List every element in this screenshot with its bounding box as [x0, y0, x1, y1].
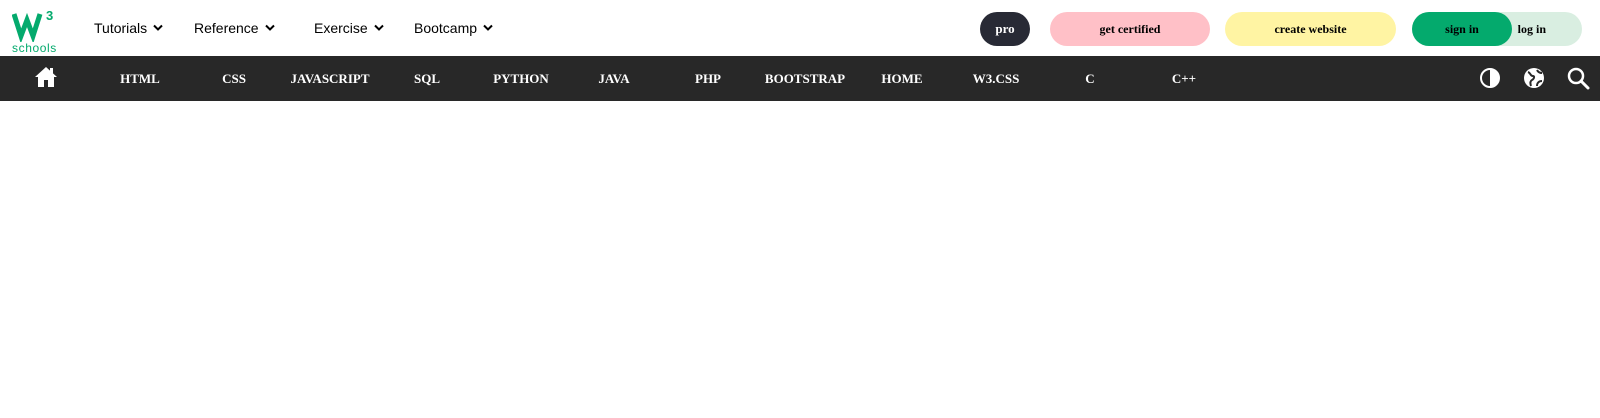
contrast-icon[interactable]: [1478, 66, 1502, 90]
w3schools-logo[interactable]: 3 schools: [12, 8, 58, 54]
topic-sql[interactable]: SQL: [414, 56, 440, 101]
search-icon[interactable]: [1566, 66, 1590, 90]
nav-reference-label: Reference: [194, 20, 259, 36]
nav-reference[interactable]: Reference: [194, 0, 275, 56]
topic-bootstrap[interactable]: BOOTSTRAP: [765, 56, 845, 101]
logo-mark-icon: 3: [12, 8, 53, 42]
top-bar: 3 schools Tutorials Reference Exercise B…: [0, 0, 1600, 56]
log-in-label: log in: [1517, 21, 1546, 36]
create-website-button[interactable]: create website: [1225, 12, 1396, 46]
topic-nav-bar: HTML CSS JAVASCRIPT SQL PYTHON JAVA PHP …: [0, 56, 1600, 101]
chevron-down-icon: [373, 24, 384, 32]
topic-home[interactable]: HOME: [881, 56, 922, 101]
nav-bootcamp[interactable]: Bootcamp: [414, 0, 493, 56]
topic-css[interactable]: CSS: [222, 56, 246, 101]
nav-bootcamp-label: Bootcamp: [414, 20, 478, 36]
nav-exercise-label: Exercise: [314, 20, 368, 36]
topic-python[interactable]: PYTHON: [493, 56, 549, 101]
logo-text: schools: [12, 41, 57, 55]
globe-icon[interactable]: [1522, 66, 1546, 90]
topic-php[interactable]: PHP: [695, 56, 721, 101]
get-certified-button[interactable]: get certified: [1050, 12, 1210, 46]
home-icon[interactable]: [34, 65, 58, 89]
logo-superscript: 3: [46, 8, 53, 23]
chevron-down-icon: [153, 24, 163, 32]
topic-javascript[interactable]: JAVASCRIPT: [291, 56, 370, 101]
topic-html[interactable]: HTML: [120, 56, 160, 101]
sign-in-button[interactable]: sign in: [1412, 12, 1512, 46]
nav-exercise[interactable]: Exercise: [314, 0, 384, 56]
chevron-down-icon: [264, 24, 275, 32]
chevron-down-icon: [483, 24, 493, 32]
nav-tutorials[interactable]: Tutorials: [94, 0, 163, 56]
topic-w3css[interactable]: W3.CSS: [973, 56, 1020, 101]
pro-button[interactable]: pro: [980, 12, 1030, 46]
nav-tutorials-label: Tutorials: [94, 20, 148, 36]
topic-cpp[interactable]: C++: [1172, 56, 1196, 101]
topic-java[interactable]: JAVA: [598, 56, 629, 101]
topic-c[interactable]: C: [1085, 56, 1094, 101]
